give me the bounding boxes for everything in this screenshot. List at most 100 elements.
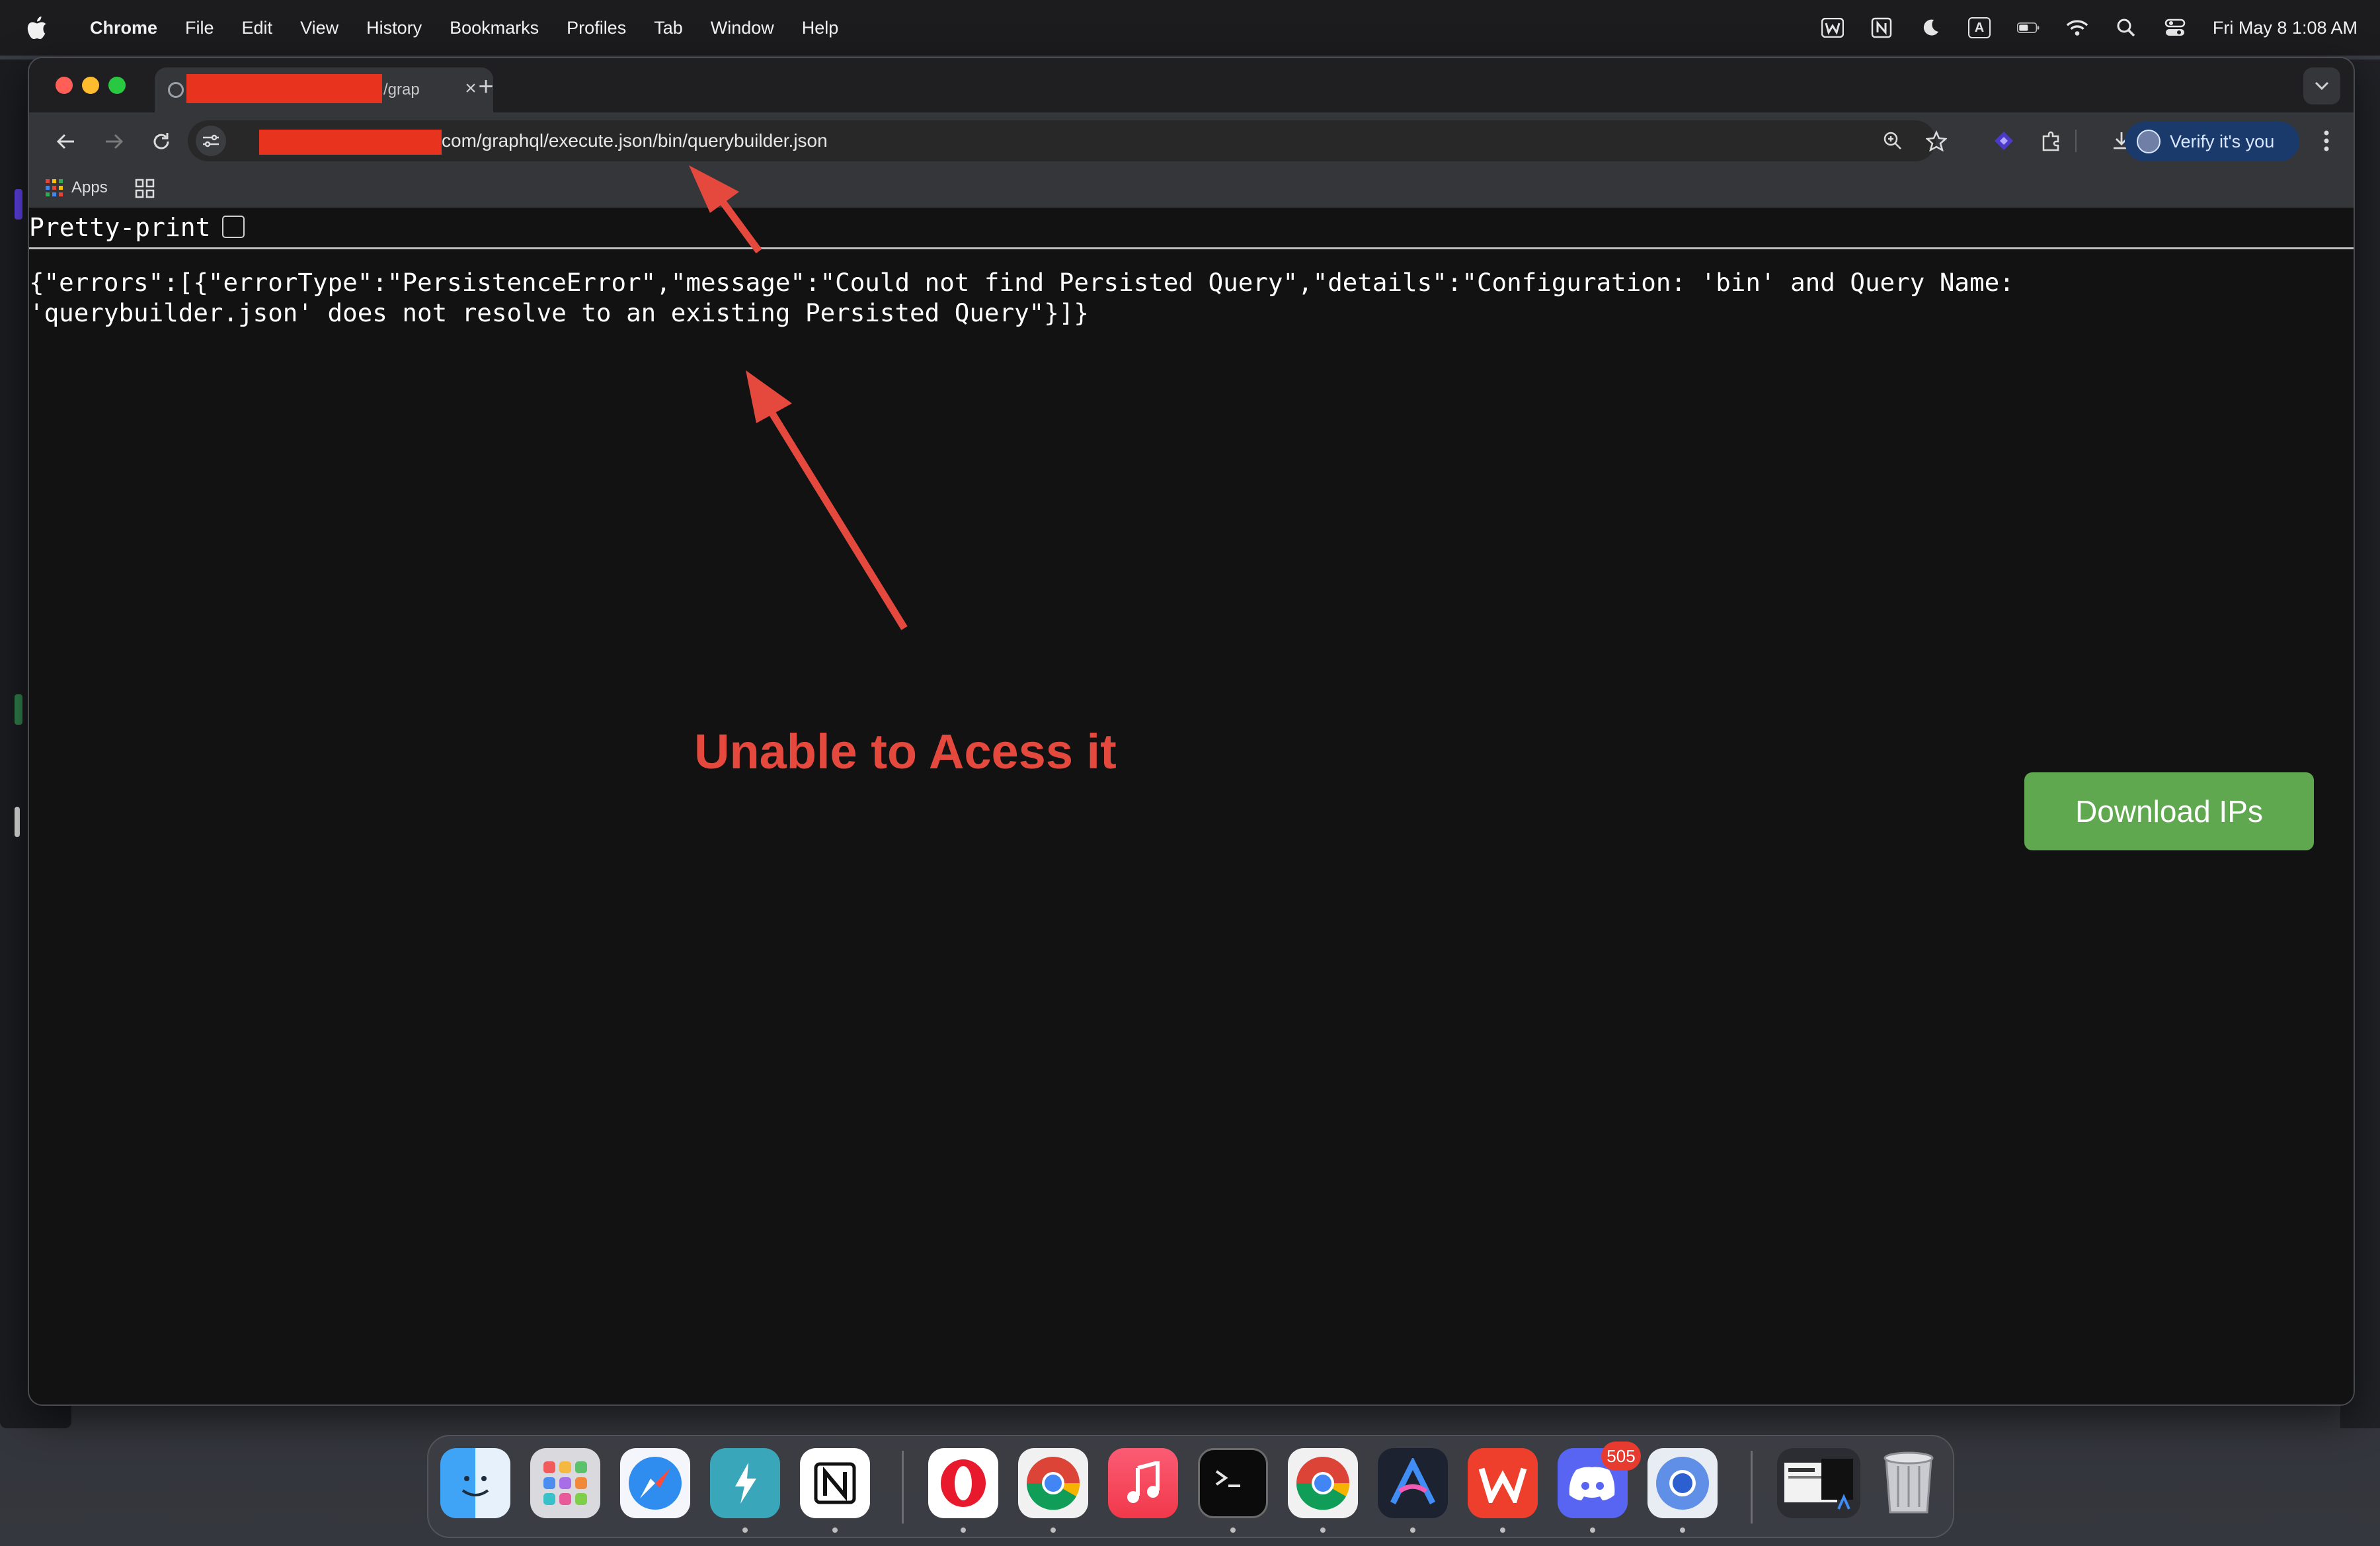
chromium-icon[interactable] (1647, 1448, 1718, 1518)
back-button[interactable] (46, 122, 86, 161)
extensions-puzzle-icon[interactable] (2035, 124, 2068, 157)
notion-icon[interactable] (1870, 17, 1893, 39)
terminal-icon[interactable] (1198, 1448, 1268, 1518)
kebab-menu-icon (2324, 130, 2329, 151)
browser-toolbar: com/graphql/execute.json/bin/querybuilde… (29, 112, 2354, 169)
reload-icon (153, 133, 169, 149)
trash-icon[interactable] (1874, 1448, 1944, 1518)
tab-search-button[interactable] (2303, 67, 2340, 104)
background-window-marker (15, 694, 22, 725)
chrome-icon[interactable] (1018, 1448, 1088, 1518)
moon-icon[interactable] (1919, 17, 1942, 39)
address-bar[interactable]: com/graphql/execute.json/bin/querybuilde… (188, 120, 1947, 161)
avatar (2137, 130, 2161, 153)
arrow-right-icon (106, 134, 124, 149)
json-line: 'querybuilder.json' does not resolve to … (29, 298, 1089, 327)
page-content: Pretty-print {"errors":[{"errorType":"Pe… (29, 208, 2354, 1404)
input-source-icon[interactable]: A (1967, 17, 1991, 38)
battery-icon[interactable] (2016, 17, 2040, 39)
safari-icon[interactable] (620, 1448, 690, 1518)
bookmarks-bar: Apps (29, 169, 2354, 208)
pretty-print-label: Pretty-print (29, 213, 211, 242)
menu-app-name[interactable]: Chrome (90, 18, 157, 38)
running-indicator (742, 1527, 748, 1533)
toolbar-divider (2075, 124, 2077, 157)
json-response-body: {"errors":[{"errorType":"PersistenceErro… (29, 267, 2145, 328)
notion-app-icon[interactable] (800, 1448, 870, 1518)
opera-icon[interactable] (928, 1448, 998, 1518)
launchpad-icon[interactable] (530, 1448, 600, 1518)
finder-icon[interactable] (440, 1448, 510, 1518)
close-window-button[interactable] (56, 77, 73, 94)
macos-dock (427, 1435, 1954, 1538)
pretty-print-checkbox[interactable] (222, 216, 245, 238)
extension-icon[interactable] (1987, 124, 2020, 157)
bookmark-apps[interactable]: Apps (45, 179, 108, 197)
address-bar-url: com/graphql/execute.json/bin/querybuilde… (442, 130, 828, 151)
wifi-icon[interactable] (2066, 17, 2088, 39)
json-line: {"errors":[{"errorType":"PersistenceErro… (29, 268, 2014, 297)
running-indicator (961, 1527, 966, 1533)
download-ips-button[interactable]: Download IPs (2024, 772, 2314, 850)
chrome-window: /grap × + com/graphql/execute.json/bin/q… (29, 58, 2354, 1404)
running-indicator (1230, 1527, 1236, 1533)
discord-notification-badge: 505 (1601, 1442, 1641, 1471)
zoom-window-button[interactable] (108, 77, 126, 94)
running-indicator (1590, 1527, 1595, 1533)
apps-grid-icon (46, 179, 63, 196)
macos-menu-bar: Chrome File Edit View History Bookmarks … (0, 0, 2380, 56)
tab-strip: /grap × + (29, 58, 2354, 112)
tab-groups-icon[interactable] (135, 179, 155, 202)
wps-office-icon[interactable] (1468, 1448, 1538, 1518)
background-window-marker (15, 189, 22, 220)
running-indicator (1680, 1527, 1685, 1533)
topnotch-icon[interactable] (710, 1448, 780, 1518)
menu-bookmarks[interactable]: Bookmarks (450, 18, 539, 38)
music-icon[interactable] (1108, 1448, 1178, 1518)
wps-icon[interactable] (1821, 17, 1844, 39)
new-tab-button[interactable]: + (469, 70, 502, 103)
window-preview-icon[interactable] (1777, 1448, 1860, 1518)
globe-icon (168, 82, 184, 98)
profile-chip-label: Verify it's you (2170, 131, 2275, 151)
running-indicator (1410, 1527, 1415, 1533)
running-indicator (1500, 1527, 1505, 1533)
bookmark-apps-label: Apps (71, 179, 108, 196)
menu-edit[interactable]: Edit (242, 18, 273, 38)
reload-button[interactable] (141, 122, 181, 161)
tab-title: /grap (383, 81, 420, 99)
running-indicator (1320, 1527, 1326, 1533)
arc-app-icon[interactable] (1378, 1448, 1448, 1518)
menu-window[interactable]: Window (711, 18, 774, 38)
menu-help[interactable]: Help (802, 18, 839, 38)
dock-separator (1751, 1451, 1753, 1524)
chevron-down-icon (2315, 81, 2329, 91)
annotation-label: Unable to Acess it (694, 724, 1117, 779)
browser-tab-active[interactable]: /grap × (155, 67, 493, 112)
redaction-box (186, 74, 382, 103)
bookmark-star-icon[interactable] (1923, 127, 1950, 155)
running-indicator (832, 1527, 838, 1533)
pretty-print-bar: Pretty-print (29, 208, 2354, 249)
dock-separator (902, 1451, 904, 1524)
arrow-left-icon (56, 134, 74, 149)
menu-profiles[interactable]: Profiles (567, 18, 626, 38)
menu-history[interactable]: History (366, 18, 422, 38)
menu-bar-clock[interactable]: Fri May 8 1:08 AM (2213, 18, 2358, 38)
control-center-icon[interactable] (2164, 17, 2186, 39)
menu-view[interactable]: View (300, 18, 338, 38)
running-indicator (1051, 1527, 1056, 1533)
redaction-box (259, 130, 442, 155)
background-window-marker (15, 807, 20, 837)
apple-icon[interactable] (26, 16, 48, 40)
chrome-menu-button[interactable] (2310, 124, 2343, 157)
spotlight-search-icon[interactable] (2115, 17, 2137, 39)
menu-tab[interactable]: Tab (654, 18, 683, 38)
chrome-profile-icon[interactable] (1288, 1448, 1358, 1518)
menu-file[interactable]: File (185, 18, 214, 38)
profile-verify-button[interactable]: Verify it's you (2125, 122, 2299, 161)
site-settings-icon[interactable] (196, 126, 226, 156)
forward-button[interactable] (94, 122, 134, 161)
minimize-window-button[interactable] (82, 77, 99, 94)
zoom-icon[interactable] (1879, 127, 1907, 155)
